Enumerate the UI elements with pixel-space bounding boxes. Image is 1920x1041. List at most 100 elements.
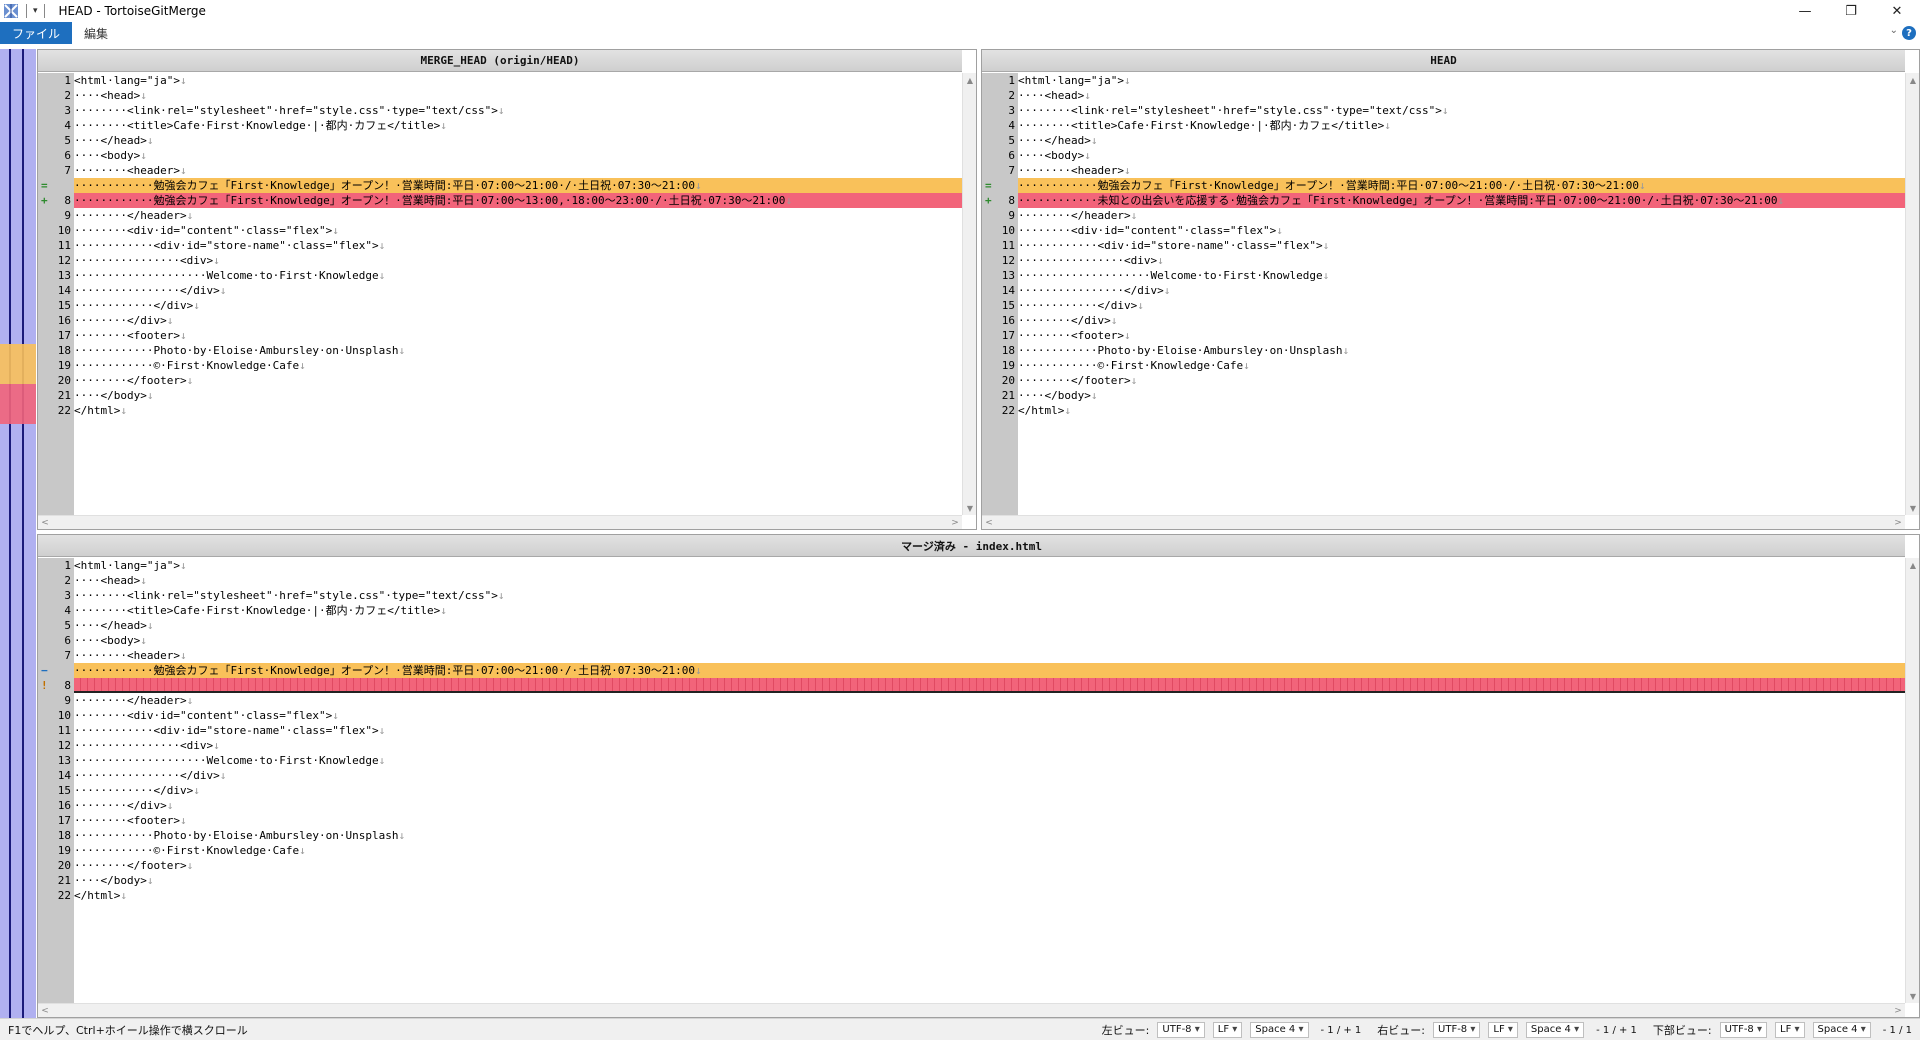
code-line[interactable]: ········<footer>↓ bbox=[74, 328, 962, 343]
merged-vertical-scrollbar[interactable]: ▲ ▼ bbox=[1905, 558, 1919, 1003]
scroll-down-icon[interactable]: ▼ bbox=[963, 501, 976, 515]
code-line[interactable]: ········<footer>↓ bbox=[1018, 328, 1905, 343]
code-line[interactable]: ················<div>↓ bbox=[1018, 253, 1905, 268]
code-line[interactable]: ············©·First·Knowledge·Cafe↓ bbox=[1018, 358, 1905, 373]
code-line[interactable]: ····<body>↓ bbox=[1018, 148, 1905, 163]
code-line[interactable]: ········<header>↓ bbox=[74, 163, 962, 178]
scroll-up-icon[interactable]: ▲ bbox=[1906, 558, 1919, 572]
code-line[interactable]: ····················Welcome·to·First·Kno… bbox=[74, 268, 962, 283]
code-line[interactable]: ············勉強会カフェ「First·Knowledge」オープン！… bbox=[74, 193, 962, 208]
code-line[interactable]: ········</footer>↓ bbox=[1018, 373, 1905, 388]
code-line[interactable]: ············Photo·by·Eloise·Ambursley·on… bbox=[74, 343, 962, 358]
merged-code-area[interactable]: <html·lang="ja">↓ ····<head>↓ ········<lin… bbox=[74, 558, 1905, 1003]
code-line[interactable]: </html>↓ bbox=[74, 888, 1905, 903]
left-view-tab-dropdown[interactable]: Space 4 bbox=[1250, 1022, 1309, 1038]
tab-edit[interactable]: 編集 bbox=[72, 22, 120, 44]
scroll-right-icon[interactable]: > bbox=[948, 516, 962, 529]
code-line[interactable]: ············勉強会カフェ「First·Knowledge」オープン！… bbox=[1018, 178, 1905, 193]
code-line[interactable]: ············<div·id="store-name"·class="… bbox=[74, 238, 962, 253]
code-line[interactable] bbox=[74, 678, 1905, 693]
code-line[interactable]: ····<body>↓ bbox=[74, 633, 1905, 648]
code-line[interactable]: ········</footer>↓ bbox=[74, 858, 1905, 873]
code-line[interactable]: ············<div·id="store-name"·class="… bbox=[74, 723, 1905, 738]
restore-button[interactable]: ❐ bbox=[1828, 0, 1874, 22]
scroll-down-icon[interactable]: ▼ bbox=[1906, 501, 1919, 515]
code-line[interactable]: <html·lang="ja">↓ bbox=[1018, 73, 1905, 88]
ribbon-collapse-chevron-icon[interactable]: ⌄ bbox=[1890, 25, 1898, 36]
code-line[interactable]: ········<link·rel="stylesheet"·href="sty… bbox=[1018, 103, 1905, 118]
code-line[interactable]: ····</head>↓ bbox=[1018, 133, 1905, 148]
scroll-up-icon[interactable]: ▲ bbox=[1906, 73, 1919, 87]
code-line[interactable]: ················</div>↓ bbox=[74, 768, 1905, 783]
code-line[interactable]: ····················Welcome·to·First·Kno… bbox=[74, 753, 1905, 768]
code-line[interactable]: ············Photo·by·Eloise·Ambursley·on… bbox=[1018, 343, 1905, 358]
merged-horizontal-scrollbar[interactable]: < > bbox=[38, 1003, 1905, 1017]
code-line[interactable]: ········<title>Cafe·First·Knowledge·|·都内… bbox=[1018, 118, 1905, 133]
code-line[interactable]: ········<div·id="content"·class="flex">↓ bbox=[74, 708, 1905, 723]
left-view-eol-dropdown[interactable]: LF bbox=[1212, 1022, 1243, 1038]
code-line[interactable]: ········</footer>↓ bbox=[74, 373, 962, 388]
location-bar[interactable] bbox=[0, 49, 36, 1018]
scroll-up-icon[interactable]: ▲ bbox=[963, 73, 976, 87]
code-line[interactable]: ············</div>↓ bbox=[74, 783, 1905, 798]
code-line[interactable]: ····<head>↓ bbox=[74, 88, 962, 103]
code-line[interactable]: ········<div·id="content"·class="flex">↓ bbox=[74, 223, 962, 238]
code-line[interactable]: ····················Welcome·to·First·Kno… bbox=[1018, 268, 1905, 283]
code-line[interactable]: ············©·First·Knowledge·Cafe↓ bbox=[74, 843, 1905, 858]
code-line[interactable]: ····<head>↓ bbox=[1018, 88, 1905, 103]
scroll-left-icon[interactable]: < bbox=[982, 516, 996, 529]
code-line[interactable]: ········<header>↓ bbox=[74, 648, 1905, 663]
help-icon[interactable]: ? bbox=[1902, 26, 1916, 40]
right-horizontal-scrollbar[interactable]: < > bbox=[982, 515, 1905, 529]
code-line[interactable]: ········</div>↓ bbox=[1018, 313, 1905, 328]
bottom-view-tab-dropdown[interactable]: Space 4 bbox=[1812, 1022, 1871, 1038]
right-view-eol-dropdown[interactable]: LF bbox=[1488, 1022, 1518, 1038]
bottom-view-eol-dropdown[interactable]: LF bbox=[1775, 1022, 1805, 1038]
left-code-area[interactable]: <html·lang="ja">↓ ····<head>↓ ········<lin… bbox=[74, 73, 962, 515]
scroll-right-icon[interactable]: > bbox=[1891, 516, 1905, 529]
code-line[interactable]: ················<div>↓ bbox=[74, 738, 1905, 753]
code-line[interactable]: ············Photo·by·Eloise·Ambursley·on… bbox=[74, 828, 1905, 843]
code-line[interactable]: ····<head>↓ bbox=[74, 573, 1905, 588]
code-line[interactable]: <html·lang="ja">↓ bbox=[74, 73, 962, 88]
code-line[interactable]: ········<link·rel="stylesheet"·href="sty… bbox=[74, 103, 962, 118]
right-code-area[interactable]: <html·lang="ja">↓ ····<head>↓ ········<lin… bbox=[1018, 73, 1905, 515]
tab-file[interactable]: ファイル bbox=[0, 22, 73, 44]
code-line[interactable]: ············未知との出会いを応援する·勉強会カフェ「First·Kn… bbox=[1018, 193, 1905, 208]
code-line[interactable]: ········<header>↓ bbox=[1018, 163, 1905, 178]
code-line[interactable]: ················</div>↓ bbox=[1018, 283, 1905, 298]
code-line[interactable]: </html>↓ bbox=[74, 403, 962, 418]
code-line[interactable]: </html>↓ bbox=[1018, 403, 1905, 418]
scroll-down-icon[interactable]: ▼ bbox=[1906, 989, 1919, 1003]
code-line[interactable]: ············©·First·Knowledge·Cafe↓ bbox=[74, 358, 962, 373]
code-line[interactable]: ····<body>↓ bbox=[74, 148, 962, 163]
code-line[interactable]: ····</head>↓ bbox=[74, 618, 1905, 633]
code-line[interactable]: <html·lang="ja">↓ bbox=[74, 558, 1905, 573]
code-line[interactable]: ············勉強会カフェ「First·Knowledge」オープン！… bbox=[74, 663, 1905, 678]
code-line[interactable]: ············<div·id="store-name"·class="… bbox=[1018, 238, 1905, 253]
code-line[interactable]: ········</div>↓ bbox=[74, 798, 1905, 813]
code-line[interactable]: ············</div>↓ bbox=[74, 298, 962, 313]
code-line[interactable]: ········<title>Cafe·First·Knowledge·|·都内… bbox=[74, 603, 1905, 618]
code-line[interactable]: ····</body>↓ bbox=[74, 873, 1905, 888]
code-line[interactable]: ············勉強会カフェ「First·Knowledge」オープン！… bbox=[74, 178, 962, 193]
code-line[interactable]: ········<title>Cafe·First·Knowledge·|·都内… bbox=[74, 118, 962, 133]
code-line[interactable]: ········<div·id="content"·class="flex">↓ bbox=[1018, 223, 1905, 238]
code-line[interactable]: ················</div>↓ bbox=[74, 283, 962, 298]
code-line[interactable]: ············</div>↓ bbox=[1018, 298, 1905, 313]
code-line[interactable]: ····</body>↓ bbox=[74, 388, 962, 403]
minimize-button[interactable]: — bbox=[1782, 0, 1828, 22]
code-line[interactable]: ········</header>↓ bbox=[1018, 208, 1905, 223]
code-line[interactable]: ····</body>↓ bbox=[1018, 388, 1905, 403]
close-button[interactable]: ✕ bbox=[1874, 0, 1920, 22]
right-vertical-scrollbar[interactable]: ▲ ▼ bbox=[1905, 73, 1919, 515]
scroll-left-icon[interactable]: < bbox=[38, 1004, 52, 1017]
code-line[interactable]: ········</header>↓ bbox=[74, 208, 962, 223]
right-view-tab-dropdown[interactable]: Space 4 bbox=[1525, 1022, 1585, 1038]
code-line[interactable]: ····</head>↓ bbox=[74, 133, 962, 148]
code-line[interactable]: ········</div>↓ bbox=[74, 313, 962, 328]
code-line[interactable]: ········<footer>↓ bbox=[74, 813, 1905, 828]
scroll-left-icon[interactable]: < bbox=[38, 516, 52, 529]
left-view-encoding-dropdown[interactable]: UTF-8 bbox=[1157, 1022, 1205, 1038]
code-line[interactable]: ········</header>↓ bbox=[74, 693, 1905, 708]
